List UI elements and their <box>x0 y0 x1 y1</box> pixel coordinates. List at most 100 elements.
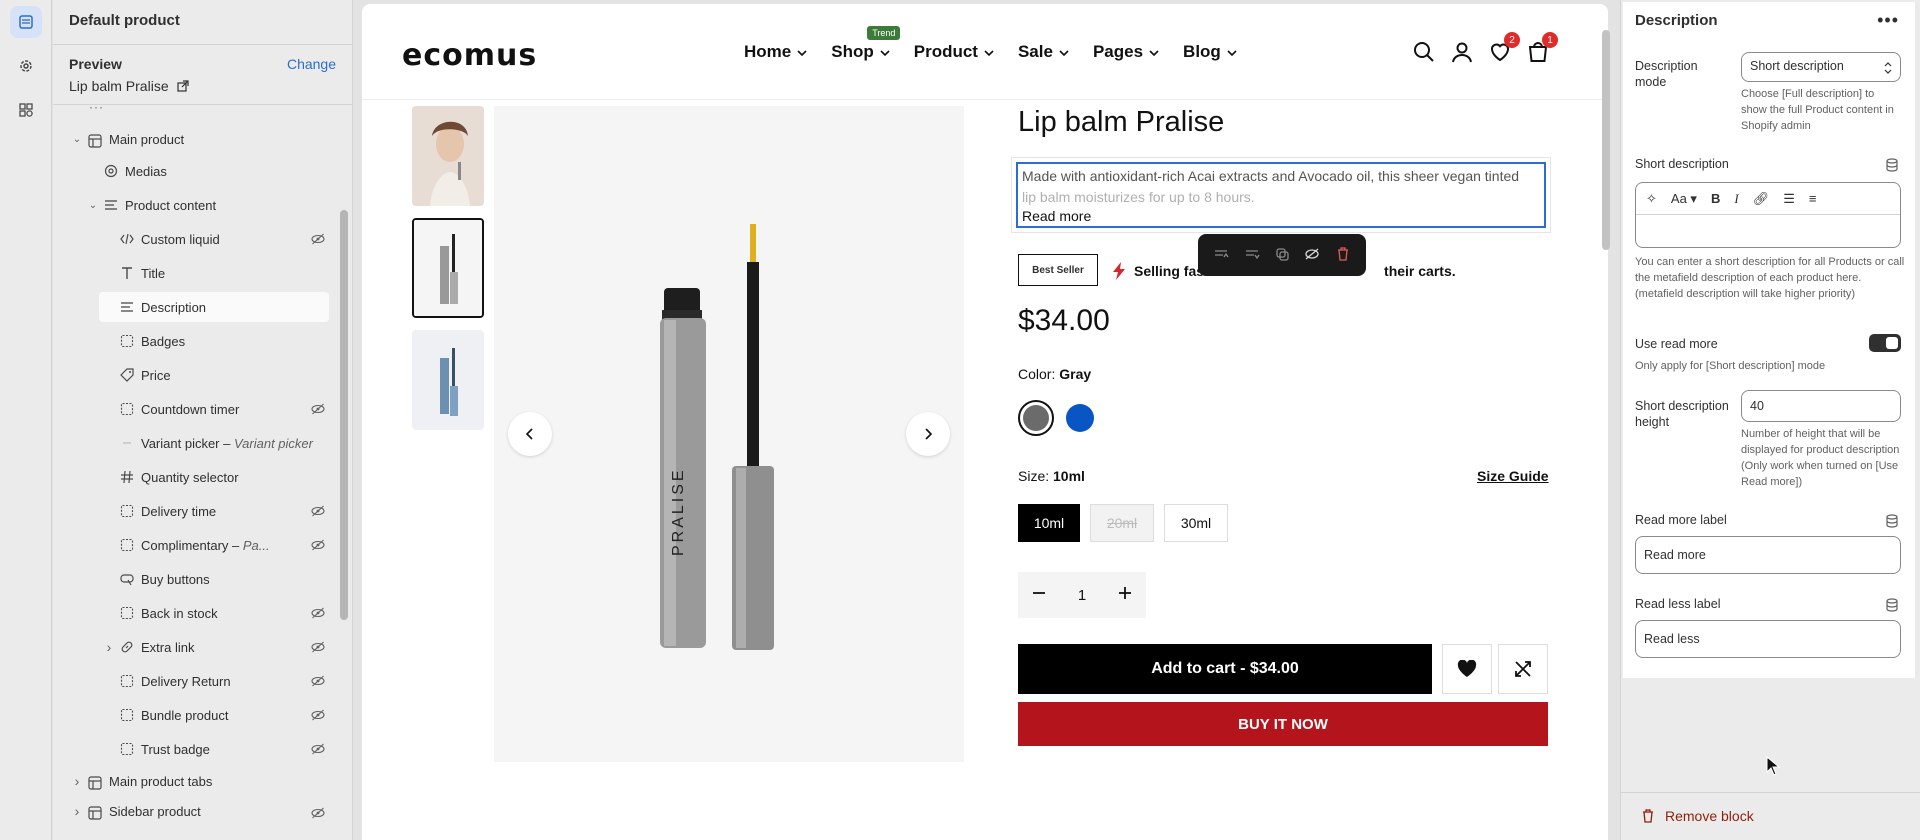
search-icon[interactable] <box>1412 40 1436 64</box>
product-main-image[interactable]: PRALISE <box>494 106 964 762</box>
store-logo[interactable]: ecomus <box>402 38 537 73</box>
numbered-list-icon[interactable]: ≡ <box>1809 191 1817 206</box>
gallery-thumb-blue[interactable] <box>412 330 484 430</box>
sections-icon[interactable] <box>10 6 42 38</box>
chevron-left-icon <box>525 428 533 440</box>
wishlist-icon[interactable]: 2 <box>1488 32 1520 64</box>
read-more-link[interactable]: Read more <box>1022 208 1091 224</box>
delete-icon[interactable] <box>1335 246 1351 265</box>
hidden-eye-icon[interactable] <box>311 742 325 759</box>
hidden-eye-icon[interactable] <box>311 674 325 691</box>
dynamic-source-icon[interactable] <box>1885 158 1899 172</box>
gallery-next-button[interactable] <box>906 412 950 456</box>
tree-item-variant-picker[interactable]: Variant picker – Variant picker <box>53 426 343 460</box>
bold-icon[interactable]: B <box>1711 191 1720 206</box>
preview-product[interactable]: Lip balm Pralise <box>69 78 189 94</box>
remove-block-button[interactable]: Remove block <box>1641 808 1754 824</box>
nav-item-home[interactable]: Home <box>744 42 807 62</box>
description-mode-select[interactable]: Short description <box>1741 52 1901 82</box>
read-less-input[interactable]: Read less <box>1635 620 1901 658</box>
tree-item-custom-liquid[interactable]: Custom liquid <box>53 222 343 256</box>
tree-item-buy-buttons[interactable]: Buy buttons <box>53 562 343 596</box>
gallery-prev-button[interactable] <box>508 412 552 456</box>
hidden-eye-icon[interactable] <box>311 232 325 249</box>
plus-icon[interactable] <box>1118 586 1132 604</box>
hidden-eye-icon[interactable] <box>311 806 325 823</box>
preview-scrollbar[interactable] <box>1602 30 1610 250</box>
change-preview-link[interactable]: Change <box>287 56 336 72</box>
magic-icon[interactable]: ✧ <box>1646 191 1657 207</box>
gallery-thumb-product[interactable] <box>412 218 484 318</box>
minus-icon[interactable] <box>1032 586 1046 604</box>
duplicate-icon[interactable] <box>1274 246 1290 265</box>
tree-item-product-content[interactable]: ⌄ Product content <box>53 188 343 222</box>
add-to-wishlist-button[interactable] <box>1442 644 1492 694</box>
chevron-right-icon[interactable]: › <box>71 803 83 819</box>
tree-item-price[interactable]: Price <box>53 358 343 392</box>
size-guide-link[interactable]: Size Guide <box>1477 468 1549 484</box>
tree-item-delivery-time[interactable]: Delivery time <box>53 494 343 528</box>
move-down-icon[interactable] <box>1244 246 1260 265</box>
tree-item-back-in-stock[interactable]: Back in stock <box>53 596 343 630</box>
block-icon <box>119 333 135 349</box>
tree-item-description[interactable]: Description <box>53 290 343 324</box>
chevron-down-icon[interactable]: ⌄ <box>87 200 99 211</box>
tree-item-complimentary[interactable]: Complimentary – Pa... <box>53 528 343 562</box>
chevron-right-icon[interactable]: › <box>103 639 115 655</box>
hidden-eye-icon[interactable] <box>311 708 325 725</box>
short-description-editor[interactable]: ✧ Aa ▾ B I 🔗︎ ☰ ≡ <box>1635 182 1901 248</box>
size-option-30ml[interactable]: 30ml <box>1164 504 1228 542</box>
hidden-eye-icon[interactable] <box>311 640 325 657</box>
nav-item-blog[interactable]: Blog <box>1183 42 1237 62</box>
nav-item-sale[interactable]: Sale <box>1018 42 1069 62</box>
chevron-right-icon[interactable]: › <box>71 773 83 789</box>
gear-icon[interactable] <box>10 50 42 82</box>
color-swatch-blue[interactable] <box>1066 404 1094 432</box>
tree-item-extra-link[interactable]: › Extra link <box>53 630 343 664</box>
tree-item-trust-badge[interactable]: Trust badge <box>53 732 343 766</box>
tree-item-main-product-tabs[interactable]: › Main product tabs <box>53 766 343 796</box>
tree-item-main-product[interactable]: ⌄ Main product <box>53 124 343 154</box>
tree-item-medias[interactable]: Medias <box>53 154 343 188</box>
dynamic-source-icon[interactable] <box>1885 514 1899 528</box>
link-icon[interactable]: 🔗︎ <box>1753 191 1770 207</box>
product-description-block[interactable]: Made with antioxidant-rich Acai extracts… <box>1012 158 1550 232</box>
bullet-list-icon[interactable]: ☰ <box>1783 191 1795 207</box>
compare-button[interactable] <box>1498 644 1548 694</box>
more-options-icon[interactable]: ••• <box>1877 10 1899 31</box>
short-height-input[interactable]: 40 <box>1741 390 1901 422</box>
apps-icon[interactable] <box>10 94 42 126</box>
sidebar-scrollbar[interactable] <box>340 210 348 620</box>
tree-item-countdown-timer[interactable]: Countdown timer <box>53 392 343 426</box>
text-style-icon[interactable]: Aa ▾ <box>1671 191 1697 207</box>
hidden-eye-icon[interactable] <box>311 606 325 623</box>
tree-item-title[interactable]: Title <box>53 256 343 290</box>
size-option-20ml[interactable]: 20ml <box>1090 504 1154 542</box>
nav-item-product[interactable]: Product <box>914 42 994 62</box>
quantity-value[interactable]: 1 <box>1078 587 1086 604</box>
color-swatch-gray[interactable] <box>1018 400 1054 436</box>
read-more-input[interactable]: Read more <box>1635 536 1901 574</box>
italic-icon[interactable]: I <box>1734 191 1738 207</box>
tree-item-bundle-product[interactable]: Bundle product <box>53 698 343 732</box>
tree-item-sidebar-product[interactable]: › Sidebar product <box>53 796 343 826</box>
gallery-thumb-model[interactable] <box>412 106 484 206</box>
hidden-eye-icon[interactable] <box>311 402 325 419</box>
dynamic-source-icon[interactable] <box>1885 598 1899 612</box>
chevron-down-icon[interactable]: ⌄ <box>71 134 83 145</box>
hidden-eye-icon[interactable] <box>311 538 325 555</box>
tree-item-delivery-return[interactable]: Delivery Return <box>53 664 343 698</box>
nav-item-shop[interactable]: Shop Trend <box>831 26 901 62</box>
hidden-eye-icon[interactable] <box>311 504 325 521</box>
nav-item-pages[interactable]: Pages <box>1093 42 1159 62</box>
tree-item-badges[interactable]: Badges <box>53 324 343 358</box>
move-up-icon[interactable] <box>1213 246 1229 265</box>
account-icon[interactable] <box>1450 40 1474 64</box>
add-to-cart-button[interactable]: Add to cart - $34.00 <box>1018 644 1432 694</box>
hide-icon[interactable] <box>1304 246 1320 265</box>
buy-it-now-button[interactable]: BUY IT NOW <box>1018 702 1548 746</box>
cart-icon[interactable]: 1 <box>1526 32 1558 64</box>
use-read-more-toggle[interactable] <box>1869 334 1901 352</box>
size-option-10ml[interactable]: 10ml <box>1018 504 1080 542</box>
tree-item-quantity-selector[interactable]: Quantity selector <box>53 460 343 494</box>
